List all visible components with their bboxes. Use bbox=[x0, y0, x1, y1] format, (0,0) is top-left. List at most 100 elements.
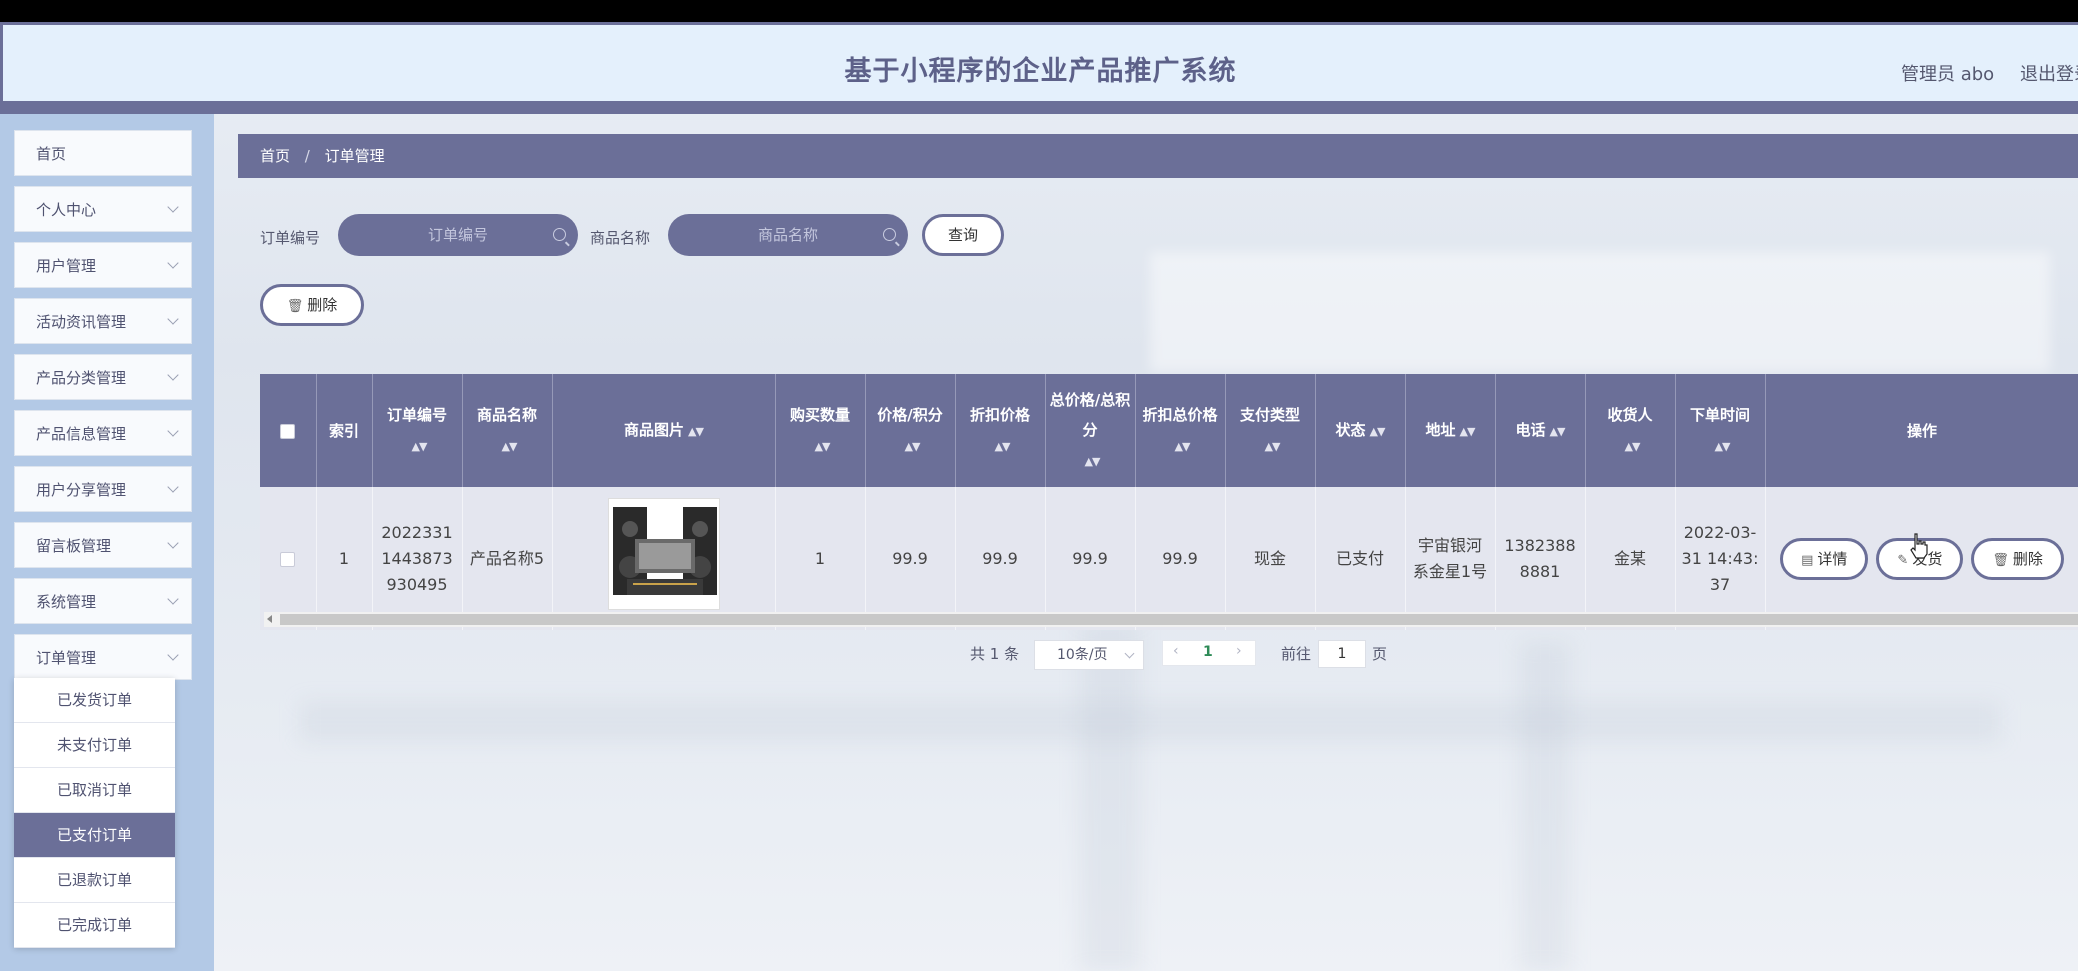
pager: ‹ 1 › bbox=[1162, 640, 1256, 666]
sort-icon[interactable]: ▲▼ bbox=[1265, 432, 1281, 462]
hand-cursor-icon bbox=[1910, 533, 1928, 559]
page-size-value: 10条/页 bbox=[1057, 647, 1108, 663]
product-name-input[interactable] bbox=[668, 214, 908, 256]
column-header[interactable]: 地址 ▲▼ bbox=[1405, 374, 1496, 487]
sort-icon[interactable]: ▲▼ bbox=[1625, 432, 1641, 462]
sidebar-item-system[interactable]: 系统管理 bbox=[14, 578, 192, 624]
sidebar-item-label: 产品分类管理 bbox=[36, 369, 127, 387]
goto-page-input[interactable] bbox=[1318, 640, 1366, 668]
background-shape bbox=[1150, 252, 2050, 372]
sidebar-item-label: 订单管理 bbox=[36, 649, 97, 667]
column-header[interactable]: 折扣价格 ▲▼ bbox=[955, 374, 1046, 487]
row-select-cell[interactable] bbox=[260, 487, 317, 630]
order-no-input[interactable] bbox=[338, 214, 578, 256]
column-header-select[interactable] bbox=[260, 374, 317, 487]
submenu-item-refunded[interactable]: 已退款订单 bbox=[14, 858, 175, 903]
next-page-icon[interactable]: › bbox=[1236, 643, 1242, 659]
column-header[interactable]: 电话 ▲▼ bbox=[1495, 374, 1586, 487]
sidebar-item-orders[interactable]: 订单管理 bbox=[14, 634, 192, 680]
sort-icon[interactable]: ▲▼ bbox=[1175, 432, 1191, 462]
breadcrumb-home[interactable]: 首页 bbox=[260, 147, 290, 165]
sort-icon[interactable]: ▲▼ bbox=[815, 432, 831, 462]
page-size-select[interactable]: 10条/页 bbox=[1034, 640, 1144, 670]
sidebar-item-label: 用户分享管理 bbox=[36, 481, 127, 499]
chevron-down-icon bbox=[167, 257, 179, 269]
sort-icon[interactable]: ▲▼ bbox=[995, 432, 1011, 462]
sort-icon[interactable]: ▲▼ bbox=[1085, 447, 1101, 477]
sort-icon[interactable]: ▲▼ bbox=[412, 432, 428, 462]
orders-submenu: 已发货订单 未支付订单 已取消订单 已支付订单 已退款订单 已完成订单 bbox=[14, 678, 175, 948]
detail-button[interactable]: ▤ 详情 bbox=[1780, 537, 1869, 580]
column-header[interactable]: 订单编号 ▲▼ bbox=[372, 374, 463, 487]
select-all-checkbox[interactable] bbox=[280, 423, 296, 439]
delete-button[interactable]: 🗑 删除 bbox=[1971, 537, 2064, 580]
sort-icon[interactable]: ▲▼ bbox=[1460, 417, 1476, 447]
chevron-down-icon bbox=[1124, 648, 1135, 659]
prev-page-icon[interactable]: ‹ bbox=[1173, 643, 1179, 659]
sidebar-item-label: 首页 bbox=[36, 145, 67, 163]
background-shape bbox=[300, 702, 2000, 742]
chevron-down-icon bbox=[167, 649, 179, 661]
chevron-down-icon bbox=[167, 593, 179, 605]
column-header[interactable]: 总价格/总积分 ▲▼ bbox=[1045, 374, 1136, 487]
sidebar-item-home[interactable]: 首页 bbox=[14, 130, 192, 176]
goto-label: 前往 bbox=[1281, 645, 1312, 663]
cell-receiver: 金某 bbox=[1585, 487, 1676, 630]
cell-order-no: 20223311443873930495 bbox=[372, 487, 463, 630]
scrollbar-thumb[interactable] bbox=[280, 614, 2078, 625]
sort-icon[interactable]: ▲▼ bbox=[1370, 417, 1386, 447]
submenu-item-unpaid[interactable]: 未支付订单 bbox=[14, 723, 175, 768]
column-header: 索引 bbox=[316, 374, 373, 487]
submenu-item-paid[interactable]: 已支付订单 bbox=[14, 813, 175, 858]
chevron-down-icon bbox=[167, 369, 179, 381]
trash-icon: 🗑 bbox=[1992, 552, 2009, 568]
sort-icon[interactable]: ▲▼ bbox=[1715, 432, 1731, 462]
table-header-row: 索引 订单编号 ▲▼ 商品名称 ▲▼ 商品图片 ▲▼ 购买数量 ▲▼ 价格/积分▲▼ 折… bbox=[260, 374, 2078, 487]
sort-icon[interactable]: ▲▼ bbox=[502, 432, 518, 462]
sidebar-item-user-management[interactable]: 用户管理 bbox=[14, 242, 192, 288]
column-header[interactable]: 购买数量 ▲▼ bbox=[775, 374, 866, 487]
column-header[interactable]: 价格/积分▲▼ bbox=[865, 374, 956, 487]
chevron-down-icon bbox=[167, 201, 179, 213]
sidebar-item-label: 用户管理 bbox=[36, 257, 97, 275]
product-name-label: 商品名称 bbox=[590, 229, 651, 247]
batch-delete-button[interactable]: 🗑 删除 bbox=[260, 284, 364, 326]
sidebar-item-activity-news[interactable]: 活动资讯管理 bbox=[14, 298, 192, 344]
column-header[interactable]: 支付类型 ▲▼ bbox=[1225, 374, 1316, 487]
column-header[interactable]: 折扣总价格▲▼ bbox=[1135, 374, 1226, 487]
cell-product-name: 产品名称5 bbox=[462, 487, 553, 630]
sort-icon[interactable]: ▲▼ bbox=[905, 432, 921, 462]
sidebar-item-message-board[interactable]: 留言板管理 bbox=[14, 522, 192, 568]
sidebar-item-label: 活动资讯管理 bbox=[36, 313, 127, 331]
table-row: 1 20223311443873930495 产品名称5 1 99.9 99.9… bbox=[260, 487, 2078, 630]
sidebar-item-product-category[interactable]: 产品分类管理 bbox=[14, 354, 192, 400]
row-checkbox[interactable] bbox=[280, 551, 296, 567]
logout-link[interactable]: 退出登录 bbox=[2020, 60, 2078, 86]
column-header[interactable]: 收货人 ▲▼ bbox=[1585, 374, 1676, 487]
submenu-item-cancelled[interactable]: 已取消订单 bbox=[14, 768, 175, 813]
orders-table: 索引 订单编号 ▲▼ 商品名称 ▲▼ 商品图片 ▲▼ 购买数量 ▲▼ 价格/积分▲▼ 折… bbox=[260, 374, 2078, 630]
chevron-down-icon bbox=[167, 313, 179, 325]
query-button[interactable]: 查询 bbox=[922, 214, 1004, 256]
edit-icon: ✎ bbox=[1897, 552, 1909, 568]
sidebar-item-product-info[interactable]: 产品信息管理 bbox=[14, 410, 192, 456]
column-header[interactable]: 下单时间 ▲▼ bbox=[1675, 374, 1766, 487]
sidebar-item-user-share[interactable]: 用户分享管理 bbox=[14, 466, 192, 512]
current-page[interactable]: 1 bbox=[1203, 644, 1213, 660]
sort-icon[interactable]: ▲▼ bbox=[1550, 417, 1566, 447]
sort-icon[interactable]: ▲▼ bbox=[688, 417, 704, 447]
chevron-down-icon bbox=[167, 481, 179, 493]
sidebar-item-personal-center[interactable]: 个人中心 bbox=[14, 186, 192, 232]
horizontal-scrollbar[interactable] bbox=[264, 612, 2078, 627]
scroll-left-icon[interactable] bbox=[267, 615, 272, 623]
submenu-item-shipped[interactable]: 已发货订单 bbox=[14, 678, 175, 723]
submenu-item-completed[interactable]: 已完成订单 bbox=[14, 903, 175, 948]
column-header[interactable]: 状态 ▲▼ bbox=[1315, 374, 1406, 487]
top-header: 基于小程序的企业产品推广系统 管理员 abo 退出登录 bbox=[0, 22, 2078, 104]
column-header[interactable]: 商品图片 ▲▼ bbox=[552, 374, 776, 487]
document-icon: ▤ bbox=[1801, 552, 1814, 568]
column-header[interactable]: 商品名称 ▲▼ bbox=[462, 374, 553, 487]
background-shape bbox=[1520, 642, 1570, 971]
page-title: 基于小程序的企业产品推广系统 bbox=[844, 56, 1237, 87]
app-frame: 基于小程序的企业产品推广系统 管理员 abo 退出登录 首页 个人中心 用户管理… bbox=[0, 22, 2078, 971]
